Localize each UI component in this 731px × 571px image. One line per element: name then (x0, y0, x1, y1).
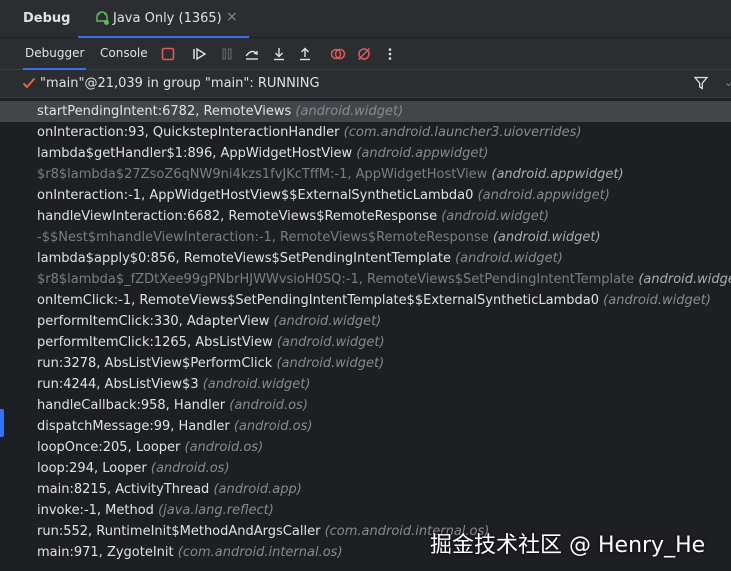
frame-method: startPendingIntent:6782, RemoteViews (37, 104, 292, 119)
frame-package: (android.widget) (202, 377, 311, 392)
frame-package: (android.os) (150, 461, 230, 476)
frame-package: (android.widget) (455, 251, 563, 266)
frame-method: performItemClick:330, AdapterView (37, 314, 270, 329)
stack-frame-row[interactable]: loopOnce:205, Looper (android.os) (0, 437, 731, 458)
frame-method: onInteraction:-1, AppWidgetHostView$$Ext… (37, 188, 474, 203)
frame-method: loop:294, Looper (37, 461, 147, 476)
tool-window-title: Debug (23, 11, 71, 26)
frame-package: (android.os) (229, 398, 308, 413)
tool-window-header: Debug Java Only (1365) × (0, 0, 731, 38)
frame-method: $r8$lambda$_fZDtXee99gPNbrHJWWvsioH0SQ:-… (37, 272, 635, 287)
frame-package: (com.android.launcher3.uioverrides) (343, 125, 582, 140)
frame-package: (android.widget) (638, 272, 731, 287)
stack-frame-row[interactable]: -$$Nest$mhandleViewInteraction:-1, Remot… (0, 227, 731, 248)
frame-package: (android.widget) (276, 335, 385, 350)
stack-frame-row[interactable]: lambda$getHandler$1:896, AppWidgetHostVi… (0, 143, 731, 164)
frame-package: (android.widget) (295, 104, 404, 119)
session-tab-label: Java Only (1365) (113, 11, 222, 26)
frame-package: (java.lang.reflect) (158, 503, 274, 518)
stack-frame-row[interactable]: performItemClick:1265, AbsListView (andr… (0, 332, 731, 353)
frames-list: startPendingIntent:6782, RemoteViews (an… (0, 101, 731, 571)
frame-method: lambda$apply$0:856, RemoteViews$SetPendi… (37, 251, 451, 266)
frame-method: handleCallback:958, Handler (37, 398, 226, 413)
frame-package: (android.os) (184, 440, 264, 455)
stack-frame-row[interactable]: main:8215, ActivityThread (android.app) (0, 479, 731, 500)
more-vertical-icon[interactable] (381, 45, 399, 63)
stack-frame-row[interactable]: onItemClick:-1, RemoteViews$SetPendingIn… (0, 290, 731, 311)
scroll-marker (0, 409, 4, 437)
frame-method: main:971, ZygoteInit (37, 545, 174, 560)
step-over-icon[interactable] (243, 45, 261, 63)
frame-method: lambda$getHandler$1:896, AppWidgetHostVi… (37, 146, 353, 161)
thread-label: "main"@21,039 in group "main": RUNNING (40, 76, 320, 91)
frame-method: dispatchMessage:99, Handler (37, 419, 230, 434)
android-run-icon (96, 11, 109, 25)
stack-frame-row[interactable]: onInteraction:93, QuickstepInteractionHa… (0, 122, 731, 143)
frame-method: main:8215, ActivityThread (37, 482, 210, 497)
frame-method: invoke:-1, Method (37, 503, 154, 518)
frame-package: (android.appwidget) (356, 146, 489, 161)
frame-package: (com.android.internal.os) (177, 545, 343, 560)
frame-package: (android.os) (233, 419, 313, 434)
chevron-down-icon[interactable]: ⌄ (724, 76, 731, 89)
step-out-icon[interactable] (296, 45, 314, 63)
stack-frame-row[interactable]: $r8$lambda$_fZDtXee99gPNbrHJWWvsioH0SQ:-… (0, 269, 731, 290)
stack-frame-row[interactable]: startPendingIntent:6782, RemoteViews (an… (0, 101, 731, 122)
resume-icon[interactable] (191, 45, 209, 63)
stack-frame-row[interactable]: performItemClick:330, AdapterView (andro… (0, 311, 731, 332)
stop-icon[interactable] (159, 45, 177, 63)
stack-frame-row[interactable]: run:3278, AbsListView$PerformClick (andr… (0, 353, 731, 374)
frame-method: run:552, RuntimeInit$MethodAndArgsCaller (37, 524, 321, 539)
frame-method: run:3278, AbsListView$PerformClick (37, 356, 273, 371)
pause-icon[interactable] (218, 45, 236, 63)
step-into-icon[interactable] (270, 45, 288, 63)
stack-frame-row[interactable]: handleViewInteraction:6682, RemoteViews$… (0, 206, 731, 227)
frame-method: handleViewInteraction:6682, RemoteViews$… (37, 209, 438, 224)
close-icon[interactable]: × (226, 9, 238, 25)
frame-method: performItemClick:1265, AbsListView (37, 335, 273, 350)
frame-method: loopOnce:205, Looper (37, 440, 181, 455)
stack-frame-row[interactable]: loop:294, Looper (android.os) (0, 458, 731, 479)
view-breakpoints-icon[interactable] (329, 45, 347, 63)
stack-frame-row[interactable]: onInteraction:-1, AppWidgetHostView$$Ext… (0, 185, 731, 206)
frame-package: (android.widget) (273, 314, 382, 329)
frame-package: (android.widget) (441, 209, 549, 224)
stack-frame-row[interactable]: $r8$lambda$27ZsoZ6qNW9ni4kzs1fvJKcTffM:-… (0, 164, 731, 185)
mute-breakpoints-icon[interactable] (355, 45, 373, 63)
thread-selector[interactable]: "main"@21,039 in group "main": RUNNING ⌄ (0, 70, 731, 98)
filter-icon[interactable] (694, 76, 708, 90)
tab-debugger[interactable]: Debugger (22, 46, 87, 70)
tab-console[interactable]: Console (100, 46, 148, 60)
frame-package: (android.appwidget) (477, 188, 610, 203)
frame-method: $r8$lambda$27ZsoZ6qNW9ni4kzs1fvJKcTffM:-… (37, 167, 488, 182)
frame-method: onInteraction:93, QuickstepInteractionHa… (37, 125, 340, 140)
frame-method: run:4244, AbsListView$3 (37, 377, 199, 392)
stack-frame-row[interactable]: lambda$apply$0:856, RemoteViews$SetPendi… (0, 248, 731, 269)
debug-toolbar: Debugger Console (0, 38, 731, 70)
frame-package: (android.widget) (492, 230, 601, 245)
frame-method: onItemClick:-1, RemoteViews$SetPendingIn… (37, 293, 600, 308)
stack-frame-row[interactable]: run:4244, AbsListView$3 (android.widget) (0, 374, 731, 395)
stack-frame-row[interactable]: dispatchMessage:99, Handler (android.os) (0, 416, 731, 437)
frame-package: (android.appwidget) (491, 167, 624, 182)
watermark: 掘金技术社区 @ Henry_He (430, 533, 706, 558)
check-icon (22, 77, 36, 89)
frame-package: (android.widget) (603, 293, 711, 308)
stack-frame-row[interactable]: invoke:-1, Method (java.lang.reflect) (0, 500, 731, 521)
frame-package: (android.widget) (276, 356, 385, 371)
stack-frame-row[interactable]: handleCallback:958, Handler (android.os) (0, 395, 731, 416)
frame-package: (android.app) (213, 482, 302, 497)
session-tab[interactable]: Java Only (1365) × (78, 0, 249, 38)
frame-method: -$$Nest$mhandleViewInteraction:-1, Remot… (37, 230, 489, 245)
